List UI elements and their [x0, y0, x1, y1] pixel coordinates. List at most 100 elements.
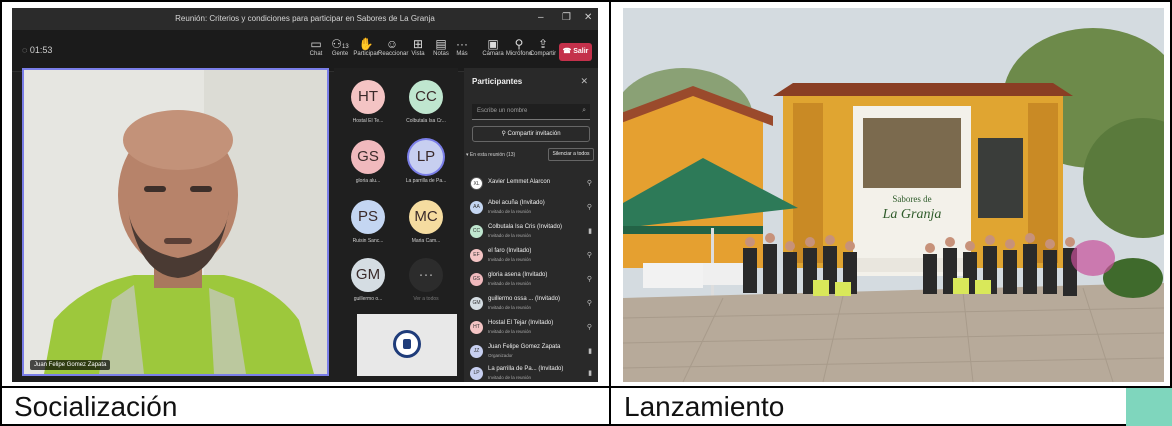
- mic-off-icon: ⚲: [586, 300, 592, 307]
- window-titlebar: Reunión: Criterios y condiciones para pa…: [12, 8, 598, 30]
- minimize-icon[interactable]: –: [538, 12, 544, 23]
- participant-tile[interactable]: PS Ruisin Sanc...: [340, 200, 396, 244]
- window-title: Reunión: Criterios y condiciones para pa…: [175, 14, 435, 23]
- avatar: LP: [409, 140, 443, 174]
- avatar: CC: [409, 80, 443, 114]
- section-header[interactable]: ▾ En esta reunión (13): [466, 152, 515, 158]
- participant-tile[interactable]: MC Maria Cam...: [398, 200, 454, 244]
- people-button[interactable]: ⚇13 Gente: [326, 37, 354, 57]
- more-icon: ···: [456, 37, 468, 51]
- search-input[interactable]: Escribe un nombre ⌕: [472, 104, 590, 120]
- tile-name: Maria Cam...: [411, 238, 441, 244]
- camera-button[interactable]: ▣ Cámara: [479, 37, 507, 57]
- sign-line-2: La Granja: [882, 207, 942, 222]
- participant-role: Invitado de la reunión: [488, 305, 532, 310]
- organization-logo-icon: [393, 330, 421, 358]
- chat-label: Chat: [309, 51, 323, 57]
- participant-row[interactable]: GS gloria asena (Invitado) Invitado de l…: [468, 270, 596, 292]
- leave-button[interactable]: ☎ Salir: [559, 43, 592, 61]
- avatar: CC: [470, 225, 483, 238]
- participant-row[interactable]: CC Colbutala Isa Cris (Invitado) Invitad…: [468, 222, 596, 244]
- tile-name: gloria alu...: [355, 178, 381, 184]
- participant-name: Hostal El Tejar (Invitado): [488, 320, 554, 326]
- mic-off-icon: ⚲: [586, 180, 592, 187]
- camera-icon: ▣: [487, 37, 499, 51]
- participant-role: Invitado de la reunión: [488, 233, 532, 238]
- mic-off-icon: ⚲: [586, 204, 592, 211]
- participant-tile[interactable]: LP La parrilla de Pa...: [398, 140, 454, 184]
- caption-socializacion: Socialización: [14, 391, 178, 422]
- leave-label: Salir: [573, 48, 589, 55]
- section-label: En esta reunión (13): [469, 152, 516, 158]
- participant-tile[interactable]: GM guillermo o...: [340, 258, 396, 302]
- raise-hand-label: Participar: [353, 51, 379, 57]
- react-button[interactable]: ☺ Reaccionar: [378, 37, 408, 57]
- speaker-video: Juan Felipe Gomez Zapata: [22, 68, 329, 376]
- participant-role: Invitado de la reunión: [488, 281, 532, 286]
- close-panel-icon[interactable]: ✕: [580, 76, 588, 87]
- close-icon[interactable]: ✕: [584, 12, 592, 23]
- people-icon: ⚇13: [331, 37, 349, 51]
- mic-off-icon: ⚲: [586, 252, 592, 259]
- participant-tile[interactable]: HT Hostal El Te...: [340, 80, 396, 124]
- participant-name: gloria asena (Invitado): [488, 272, 548, 278]
- search-placeholder: Escribe un nombre: [477, 108, 528, 114]
- speaker-person-image: [24, 70, 327, 374]
- share-icon: ⇪: [537, 37, 549, 51]
- share-label: Compartir: [529, 51, 557, 57]
- mute-all-button[interactable]: Silenciar a todos: [548, 148, 594, 161]
- participant-row[interactable]: GM guillermo ossa ... (Invitado) Invitad…: [468, 294, 596, 316]
- share-button[interactable]: ⇪ Compartir: [529, 37, 557, 57]
- participant-role: Organizador: [488, 353, 513, 358]
- participant-role: Invitado de la reunión: [488, 329, 532, 334]
- avatar: AA: [470, 201, 483, 214]
- tile-name: Colbutala Isa Cr...: [406, 118, 446, 124]
- raise-hand-button[interactable]: ✋ Participar: [352, 37, 380, 57]
- participant-row[interactable]: HT Hostal El Tejar (Invitado) Invitado d…: [468, 318, 596, 340]
- launch-event-illustration: Sabores de La Granja: [623, 8, 1164, 382]
- notes-label: Notas: [433, 51, 449, 57]
- see-all-tile[interactable]: ··· Ver a todos: [398, 258, 454, 302]
- participant-role: Invitado de la reunión: [488, 209, 532, 214]
- timer-value: 01:53: [29, 45, 53, 55]
- sign-line-1: Sabores de: [892, 194, 931, 204]
- participant-tile[interactable]: CC Colbutala Isa Cr...: [398, 80, 454, 124]
- tile-name: guillermo o...: [353, 296, 383, 302]
- share-invite-button[interactable]: ⚲ Compartir invitación: [472, 126, 590, 142]
- avatar: EF: [470, 249, 483, 262]
- video-name-label: Juan Felipe Gomez Zapata: [30, 360, 111, 370]
- avatar: LP: [470, 367, 483, 380]
- mic-on-icon: ▮: [588, 348, 592, 355]
- meeting-toolbar: ◌ 01:53 ▭ Chat ⚇13 Gente ✋ Participar ☺ Reac…: [12, 30, 598, 72]
- participant-row[interactable]: AA Abel acuña (Invitado) Invitado de la …: [468, 198, 596, 220]
- people-label: Gente: [331, 51, 349, 57]
- avatar: XL: [470, 177, 483, 190]
- tile-name: Hostal El Te...: [352, 118, 384, 124]
- panel-title: Participantes: [472, 77, 523, 86]
- participant-name: La parrilla de Pa... (Invitado): [488, 366, 564, 372]
- mic-off-icon: ⚲: [586, 324, 592, 331]
- more-button[interactable]: ··· Más: [448, 37, 476, 57]
- view-label: Vista: [411, 51, 425, 57]
- camera-label: Cámara: [482, 51, 504, 57]
- participant-row[interactable]: LP La parrilla de Pa... (Invitado) Invit…: [468, 364, 596, 382]
- tile-name: La parrilla de Pa...: [405, 178, 447, 184]
- participant-name: Colbutala Isa Cris (Invitado): [488, 224, 563, 230]
- avatar: HT: [470, 321, 483, 334]
- participant-name: el faro (Invitado): [488, 248, 532, 254]
- mic-on-icon: ▮: [588, 370, 592, 377]
- participant-tile[interactable]: GS gloria alu...: [340, 140, 396, 184]
- mic-on-icon: ▮: [588, 228, 592, 235]
- participant-name: Abel acuña (Invitado): [488, 200, 545, 206]
- maximize-icon[interactable]: ❐: [562, 12, 571, 23]
- column-divider: [609, 0, 611, 426]
- participant-row[interactable]: JZ Juan Felipe Gomez Zapata Organizador …: [468, 342, 596, 364]
- participant-name: guillermo ossa ... (Invitado): [488, 296, 561, 302]
- raise-hand-icon: ✋: [358, 37, 374, 51]
- participant-row[interactable]: EF el faro (Invitado) Invitado de la reu…: [468, 246, 596, 268]
- decorative-teal-block: [1126, 388, 1172, 426]
- search-icon: ⌕: [582, 107, 586, 114]
- participant-row[interactable]: XL Xavier Lemmet Alarcon ⚲: [468, 174, 596, 196]
- participants-panel: Participantes ✕ Escribe un nombre ⌕ ⚲ Co…: [464, 68, 598, 382]
- avatar: JZ: [470, 345, 483, 358]
